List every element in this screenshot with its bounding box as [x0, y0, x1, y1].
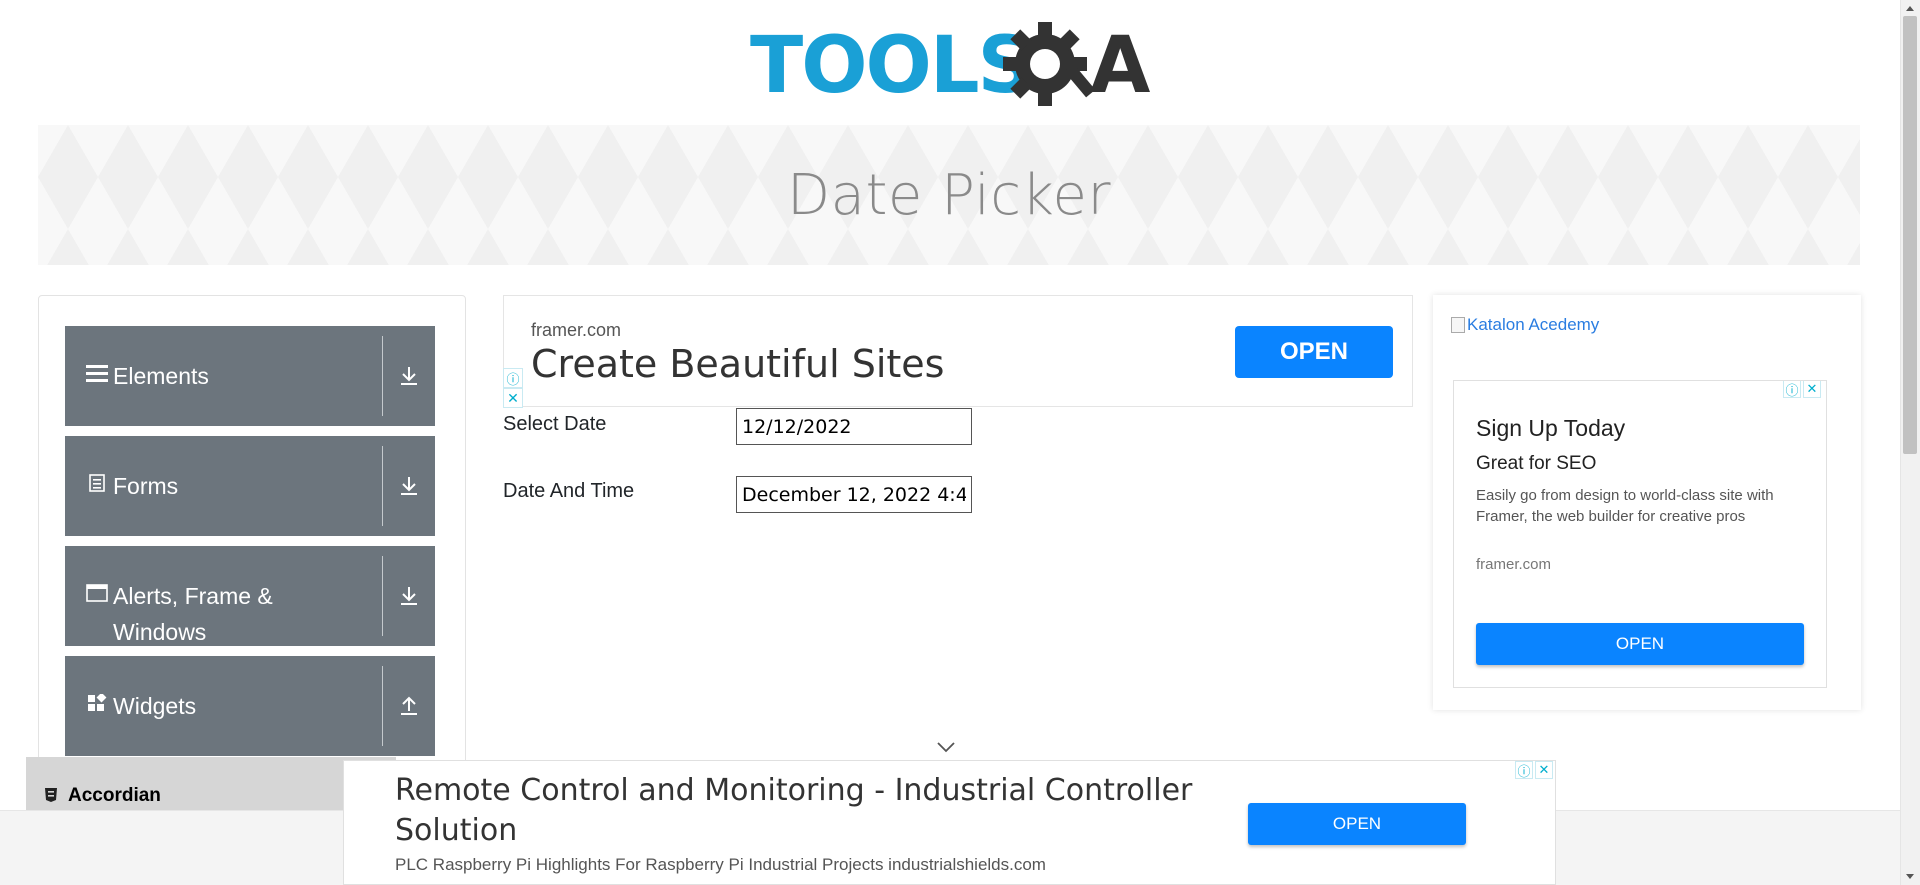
ad-choices[interactable]: ⓘ ✕: [1515, 761, 1553, 779]
scrollbar-thumb[interactable]: [1903, 16, 1917, 454]
divider: [382, 556, 383, 636]
accordian-icon: [44, 787, 58, 809]
ad-domain: framer.com: [1476, 556, 1552, 573]
gear-icon: [1003, 22, 1096, 106]
logo-text-tools: TOOLS: [750, 21, 1032, 111]
sidebar-group-label: Elements: [113, 363, 209, 389]
divider: [382, 336, 383, 416]
ad-open-button[interactable]: OPEN: [1476, 623, 1804, 665]
upload-icon[interactable]: [383, 656, 435, 756]
close-icon[interactable]: ✕: [1535, 761, 1553, 779]
sidebar-group-forms[interactable]: Forms: [65, 436, 435, 536]
ad-subtitle: Great for SEO: [1476, 453, 1597, 474]
logo-text-a: A: [1090, 21, 1150, 111]
page-title: Date Picker: [787, 162, 1111, 228]
ad-open-button[interactable]: OPEN: [1235, 326, 1393, 378]
sidebar-group-label: Forms: [113, 473, 179, 499]
broken-image-icon: [1451, 317, 1465, 333]
select-date-input[interactable]: [736, 408, 972, 445]
close-icon[interactable]: ✕: [503, 388, 523, 408]
bottom-ad[interactable]: Remote Control and Monitoring - Industri…: [343, 760, 1556, 885]
select-date-label: Select Date: [503, 413, 607, 435]
divider: [382, 666, 383, 746]
ad-subtext: PLC Raspberry Pi Highlights For Raspberr…: [395, 855, 1046, 874]
sidebar-item-label: Accordian: [68, 785, 161, 806]
sidebar-group-alerts[interactable]: Alerts, Frame & Windows: [65, 546, 435, 646]
document-icon: [85, 474, 109, 492]
widgets-icon: [85, 694, 109, 712]
framer-ad[interactable]: Sign Up Today Great for SEO Easily go fr…: [1453, 380, 1827, 688]
ad-open-button[interactable]: OPEN: [1248, 803, 1466, 845]
scroll-down-icon[interactable]: [1900, 869, 1920, 885]
info-icon[interactable]: ⓘ: [503, 368, 523, 388]
ad-domain: framer.com: [531, 320, 622, 340]
ad-description: Easily go from design to world-class sit…: [1476, 487, 1774, 525]
toolsqa-logo[interactable]: TOOLS A: [750, 18, 1155, 114]
katalon-image-link[interactable]: Katalon Acedemy: [1451, 315, 1599, 335]
download-icon[interactable]: [383, 546, 435, 646]
divider: [382, 446, 383, 526]
sidebar-group-label: Widgets: [113, 693, 197, 719]
ad-headline[interactable]: Create Beautiful Sites: [531, 342, 944, 386]
image-alt-text: Katalon Acedemy: [1467, 315, 1600, 334]
right-ad: Katalon Acedemy ⓘ ✕ Sign Up Today Great …: [1433, 295, 1861, 710]
ad-headline[interactable]: Remote Control and Monitoring - Industri…: [395, 771, 1235, 851]
sidebar-group-widgets[interactable]: Widgets: [65, 656, 435, 756]
window-icon: [85, 584, 109, 602]
chevron-down-icon[interactable]: [936, 740, 956, 758]
download-icon[interactable]: [383, 436, 435, 536]
page-banner: Date Picker: [38, 125, 1860, 265]
ad-title: Sign Up Today: [1476, 415, 1626, 441]
page: TOOLS A Date Picker Elements Forms Alert…: [0, 0, 1920, 885]
sidebar-group-elements[interactable]: Elements: [65, 326, 435, 426]
sidebar-group-label: Alerts, Frame & Windows: [113, 583, 273, 645]
download-icon[interactable]: [383, 326, 435, 426]
top-ad[interactable]: framer.com Create Beautiful Sites OPEN: [503, 295, 1413, 407]
info-icon[interactable]: ⓘ: [1515, 761, 1533, 779]
scroll-up-icon[interactable]: [1900, 0, 1920, 16]
ad-choices[interactable]: ⓘ ✕: [503, 368, 523, 408]
hamburger-icon: [85, 364, 109, 382]
date-time-input[interactable]: [736, 476, 972, 513]
date-time-label: Date And Time: [503, 480, 635, 502]
